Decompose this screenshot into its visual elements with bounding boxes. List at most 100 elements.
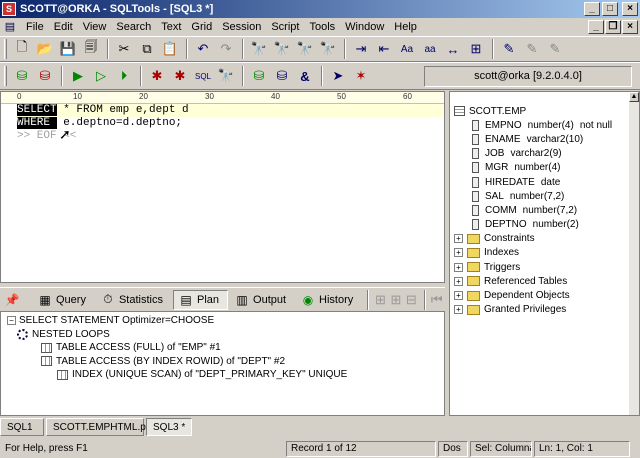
menu-tools[interactable]: Tools: [304, 18, 340, 36]
open-folder-icon[interactable]: 📂: [34, 38, 56, 60]
column-node[interactable]: HIREDATE date: [454, 175, 627, 189]
commit-icon[interactable]: ⛁: [248, 65, 270, 87]
mdi-close-button[interactable]: ×: [622, 20, 638, 34]
column-node[interactable]: MGR number(4): [454, 161, 627, 175]
find-prev-icon[interactable]: 🔭: [294, 38, 316, 60]
find-object-icon[interactable]: 🔭: [215, 65, 237, 87]
execute-script-icon[interactable]: ⏵: [113, 65, 135, 87]
folder-node[interactable]: + Granted Privileges: [454, 303, 627, 317]
column-node[interactable]: ENAME varchar2(10): [454, 132, 627, 146]
expand-icon[interactable]: +: [454, 262, 463, 272]
table-node[interactable]: SCOTT.EMP: [454, 104, 627, 118]
menu-edit[interactable]: Edit: [49, 18, 78, 36]
doc-tab-emphtml[interactable]: SCOTT.EMPHTML.plb: [46, 418, 154, 436]
connect-icon[interactable]: ⛁: [11, 65, 33, 87]
plan-node[interactable]: NESTED LOOPS: [7, 328, 347, 342]
column-node[interactable]: DEPTNO number(2): [454, 218, 627, 232]
cut-icon[interactable]: ✂: [113, 38, 135, 60]
toolbar-grip[interactable]: [4, 66, 7, 86]
folder-node[interactable]: + Triggers: [454, 260, 627, 274]
plan-node[interactable]: TABLE ACCESS (FULL) of "EMP" #1: [7, 341, 347, 355]
debug-icon[interactable]: ✶: [350, 65, 372, 87]
paste-icon[interactable]: 📋: [159, 38, 181, 60]
tab-statistics[interactable]: ⏱ Statistics: [96, 290, 171, 310]
expand-icon[interactable]: +: [454, 234, 463, 244]
expand-icon[interactable]: +: [454, 248, 463, 258]
bookmark-next-icon[interactable]: ✎: [498, 38, 520, 60]
tab-query[interactable]: ▦ Query: [33, 290, 94, 310]
tab-output[interactable]: ▥ Output: [230, 290, 294, 310]
column-node[interactable]: SAL number(7,2): [454, 189, 627, 203]
expand-icon[interactable]: +: [454, 305, 463, 315]
find-next-icon[interactable]: 🔭: [271, 38, 293, 60]
run-icon[interactable]: ➤: [327, 65, 349, 87]
collapse-icon[interactable]: −: [7, 316, 16, 326]
bookmark-icon[interactable]: ⊞: [465, 38, 487, 60]
indent-icon[interactable]: ⇥: [350, 38, 372, 60]
vertical-scrollbar[interactable]: ▲: [629, 92, 639, 415]
tab-plan[interactable]: ▤ Plan: [172, 289, 229, 310]
expand-icon[interactable]: +: [454, 276, 463, 286]
menu-help[interactable]: Help: [389, 18, 422, 36]
sql-icon[interactable]: SQL: [192, 65, 214, 87]
grid-tool-icon[interactable]: ⊞: [373, 289, 387, 311]
find-icon[interactable]: 🔭: [248, 38, 270, 60]
uppercase-icon[interactable]: Aa: [396, 38, 418, 60]
bookmark-prev-icon[interactable]: ✎: [521, 38, 543, 60]
execute-icon[interactable]: ▶: [67, 65, 89, 87]
code-line[interactable]: SELECT * FROM emp e,dept d: [17, 104, 444, 117]
menu-window[interactable]: Window: [340, 18, 389, 36]
plan-node[interactable]: INDEX (UNIQUE SCAN) of "DEPT_PRIMARY_KEY…: [7, 368, 347, 382]
menu-file[interactable]: File: [21, 18, 49, 36]
folder-node[interactable]: + Indexes: [454, 246, 627, 260]
column-node[interactable]: JOB varchar2(9): [454, 147, 627, 161]
menu-grid[interactable]: Grid: [186, 18, 217, 36]
tab-history[interactable]: ◉ History: [296, 290, 361, 310]
lowercase-icon[interactable]: aa: [419, 38, 441, 60]
toolbar-grip[interactable]: [4, 39, 7, 59]
column-node[interactable]: EMPNO number(4) not null: [454, 118, 627, 132]
menu-view[interactable]: View: [78, 18, 112, 36]
bookmark-clear-icon[interactable]: ✎: [544, 38, 566, 60]
scroll-up-icon[interactable]: ▲: [629, 92, 639, 102]
close-button[interactable]: ×: [622, 2, 638, 16]
rollback-icon[interactable]: ⛁: [271, 65, 293, 87]
unindent-icon[interactable]: ⇤: [373, 38, 395, 60]
menu-session[interactable]: Session: [217, 18, 266, 36]
folder-node[interactable]: + Referenced Tables: [454, 274, 627, 288]
stop-icon[interactable]: ✱: [169, 65, 191, 87]
save-all-icon[interactable]: 🗐: [80, 38, 102, 60]
toggle-case-icon[interactable]: ↔: [442, 38, 464, 60]
mdi-restore-button[interactable]: ❐: [605, 20, 621, 34]
new-file-icon[interactable]: 🗋: [11, 38, 33, 60]
maximize-button[interactable]: □: [602, 2, 618, 16]
menu-script[interactable]: Script: [266, 18, 304, 36]
folder-node[interactable]: + Dependent Objects: [454, 288, 627, 302]
undo-icon[interactable]: ↶: [192, 38, 214, 60]
document-icon[interactable]: ▤: [3, 20, 17, 34]
minimize-button[interactable]: _: [584, 2, 600, 16]
doc-tab-sql1[interactable]: SQL1: [0, 418, 44, 436]
save-icon[interactable]: 💾: [57, 38, 79, 60]
column-node[interactable]: COMM number(7,2): [454, 203, 627, 217]
pin-button[interactable]: 📌: [0, 290, 31, 310]
disconnect-icon[interactable]: ⛁: [34, 65, 56, 87]
redo-icon[interactable]: ↷: [215, 38, 237, 60]
sql-editor[interactable]: 0 10 20 30 40 50 60 SELECT * FROM emp e,…: [0, 91, 445, 283]
mdi-minimize-button[interactable]: _: [588, 20, 604, 34]
grid-tool-icon[interactable]: ⊞: [389, 289, 403, 311]
expand-icon[interactable]: +: [454, 291, 463, 301]
folder-node[interactable]: + Constraints: [454, 232, 627, 246]
copy-icon[interactable]: ⧉: [136, 38, 158, 60]
ampersand-icon[interactable]: &: [294, 65, 316, 87]
execute-current-icon[interactable]: ▷: [90, 65, 112, 87]
grid-tool-icon[interactable]: ⊟: [404, 289, 418, 311]
plan-node[interactable]: − SELECT STATEMENT Optimizer=CHOOSE: [7, 314, 347, 328]
code-line[interactable]: WHERE e.deptno=d.deptno;: [17, 117, 444, 130]
replace-icon[interactable]: 🔭: [317, 38, 339, 60]
explain-plan-icon[interactable]: ✱: [146, 65, 168, 87]
first-record-icon[interactable]: ⏮: [430, 289, 444, 311]
menu-search[interactable]: Search: [111, 18, 156, 36]
menu-text[interactable]: Text: [156, 18, 186, 36]
doc-tab-sql3[interactable]: SQL3 *: [146, 418, 193, 436]
